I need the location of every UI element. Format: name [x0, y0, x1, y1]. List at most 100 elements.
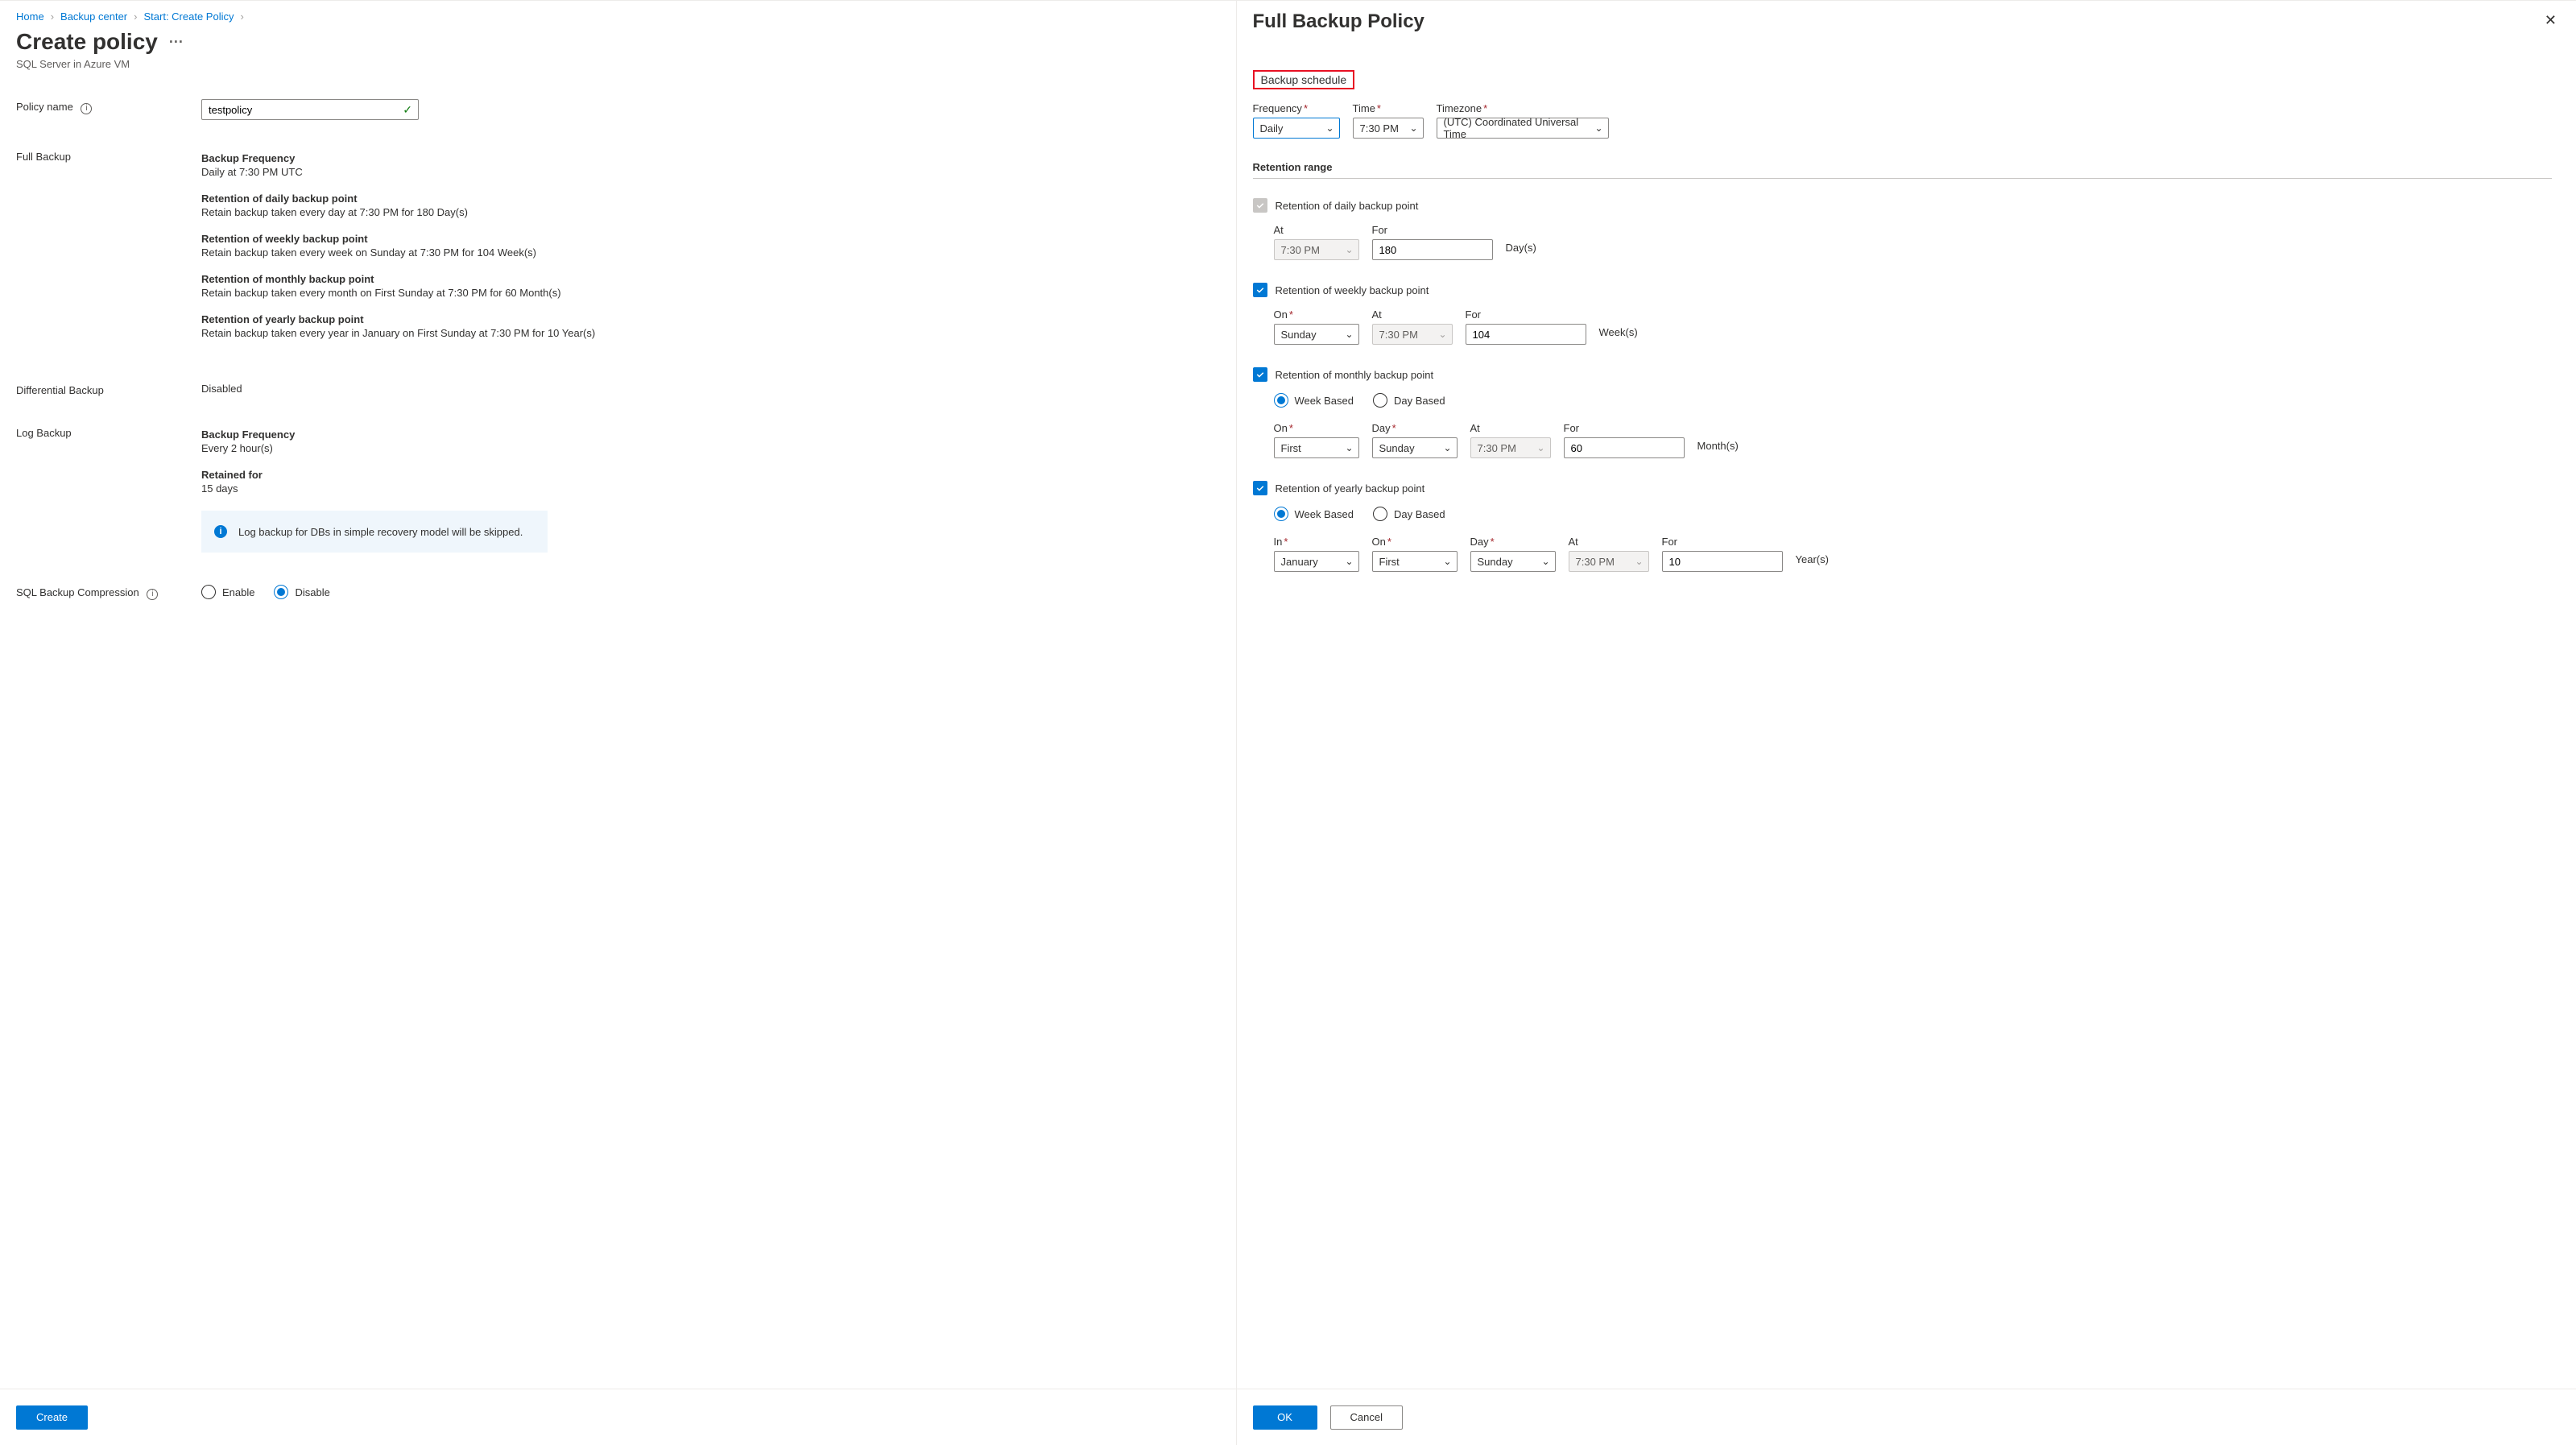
retention-range-heading: Retention range	[1253, 161, 2552, 173]
full-backup-policy-panel: ✕ Full Backup Policy Backup schedule Fre…	[1237, 1, 2576, 1389]
radio-label: Day Based	[1394, 395, 1445, 407]
yearly-retention-checkbox[interactable]	[1253, 481, 1267, 495]
radio-label: Enable	[222, 586, 254, 598]
info-icon[interactable]: i	[81, 103, 92, 114]
weekly-for-label: For	[1466, 308, 1586, 321]
frequency-select[interactable]: Daily ⌄	[1253, 118, 1340, 139]
breadcrumb-backup-center[interactable]: Backup center	[60, 10, 127, 23]
check-icon: ✓	[403, 103, 412, 117]
policy-name-input[interactable]	[201, 99, 419, 120]
weekly-on-label: On	[1274, 308, 1288, 321]
yearly-retention-label: Retention of yearly backup point	[1276, 482, 1425, 495]
full-frequency-text: Daily at 7:30 PM UTC	[201, 166, 1220, 178]
chevron-down-icon: ⌄	[1594, 122, 1602, 134]
monthly-retention-checkbox[interactable]	[1253, 367, 1267, 382]
frequency-label: Frequency	[1253, 102, 1302, 114]
timezone-label: Timezone	[1437, 102, 1482, 114]
compression-enable-radio[interactable]: Enable	[201, 585, 254, 599]
daily-retention-title: Retention of daily backup point	[201, 192, 1220, 205]
ok-button[interactable]: OK	[1253, 1405, 1317, 1430]
yearly-unit: Year(s)	[1796, 536, 1829, 572]
create-policy-pane: Home › Backup center › Start: Create Pol…	[0, 1, 1237, 1389]
monthly-week-based-radio[interactable]: Week Based	[1274, 393, 1354, 408]
monthly-on-select[interactable]: First ⌄	[1274, 437, 1359, 458]
panel-title: Full Backup Policy	[1253, 10, 2552, 33]
daily-retention-text: Retain backup taken every day at 7:30 PM…	[201, 206, 1220, 218]
daily-retention-checkbox	[1253, 198, 1267, 213]
yearly-retention-title: Retention of yearly backup point	[201, 313, 1220, 325]
weekly-at-label: At	[1372, 308, 1453, 321]
time-label: Time	[1353, 102, 1375, 114]
chevron-right-icon: ›	[51, 10, 54, 23]
footer: Create OK Cancel	[0, 1389, 2576, 1445]
weekly-unit: Week(s)	[1599, 308, 1638, 345]
daily-retention-label: Retention of daily backup point	[1276, 200, 1419, 212]
monthly-day-based-radio[interactable]: Day Based	[1373, 393, 1445, 408]
differential-backup-label: Differential Backup	[16, 383, 201, 396]
log-frequency-text: Every 2 hour(s)	[201, 442, 1220, 454]
weekly-retention-text: Retain backup taken every week on Sunday…	[201, 246, 1220, 259]
radio-label: Week Based	[1295, 508, 1354, 520]
weekly-on-select[interactable]: Sunday ⌄	[1274, 324, 1359, 345]
weekly-retention-title: Retention of weekly backup point	[201, 233, 1220, 245]
monthly-retention-text: Retain backup taken every month on First…	[201, 287, 1220, 299]
info-icon[interactable]: i	[147, 589, 158, 600]
yearly-day-select[interactable]: Sunday ⌄	[1470, 551, 1556, 572]
yearly-for-input[interactable]	[1662, 551, 1783, 572]
info-callout-text: Log backup for DBs in simple recovery mo…	[238, 526, 523, 538]
chevron-down-icon: ⌄	[1409, 122, 1417, 134]
daily-at-label: At	[1274, 224, 1359, 236]
log-retained-text: 15 days	[201, 482, 1220, 495]
yearly-day-based-radio[interactable]: Day Based	[1373, 507, 1445, 521]
page-title: Create policy ···	[16, 29, 1220, 55]
page-title-text: Create policy	[16, 29, 158, 55]
compression-disable-radio[interactable]: Disable	[274, 585, 329, 599]
monthly-at-label: At	[1470, 422, 1551, 434]
yearly-week-based-radio[interactable]: Week Based	[1274, 507, 1354, 521]
monthly-for-input[interactable]	[1564, 437, 1685, 458]
log-retained-title: Retained for	[201, 469, 1220, 481]
close-icon[interactable]: ✕	[2545, 12, 2557, 29]
chevron-right-icon: ›	[240, 10, 243, 23]
chevron-down-icon: ⌄	[1345, 556, 1353, 567]
info-callout: i Log backup for DBs in simple recovery …	[201, 511, 548, 553]
info-icon: i	[214, 525, 227, 538]
full-backup-label: Full Backup	[16, 149, 201, 163]
chevron-down-icon: ⌄	[1345, 442, 1353, 453]
breadcrumb-home[interactable]: Home	[16, 10, 44, 23]
monthly-day-select[interactable]: Sunday ⌄	[1372, 437, 1458, 458]
yearly-on-label: On	[1372, 536, 1386, 548]
weekly-for-input[interactable]	[1466, 324, 1586, 345]
yearly-on-select[interactable]: First ⌄	[1372, 551, 1458, 572]
radio-label: Disable	[295, 586, 329, 598]
backup-schedule-heading: Backup schedule	[1253, 70, 1355, 89]
chevron-down-icon: ⌄	[1345, 329, 1353, 340]
chevron-down-icon: ⌄	[1345, 244, 1353, 255]
daily-unit: Day(s)	[1506, 224, 1536, 260]
compression-label: SQL Backup Compression	[16, 586, 139, 598]
chevron-down-icon: ⌄	[1443, 556, 1451, 567]
chevron-down-icon: ⌄	[1541, 556, 1549, 567]
timezone-select[interactable]: (UTC) Coordinated Universal Time ⌄	[1437, 118, 1609, 139]
chevron-down-icon: ⌄	[1635, 556, 1643, 567]
differential-backup-value: Disabled	[201, 383, 1220, 395]
page-subtitle: SQL Server in Azure VM	[16, 58, 1220, 70]
create-button[interactable]: Create	[16, 1405, 88, 1430]
cancel-button[interactable]: Cancel	[1330, 1405, 1403, 1430]
chevron-down-icon: ⌄	[1325, 122, 1333, 134]
full-frequency-title: Backup Frequency	[201, 152, 1220, 164]
weekly-retention-checkbox[interactable]	[1253, 283, 1267, 297]
breadcrumb-start-create-policy[interactable]: Start: Create Policy	[143, 10, 234, 23]
chevron-down-icon: ⌄	[1443, 442, 1451, 453]
time-select[interactable]: 7:30 PM ⌄	[1353, 118, 1424, 139]
more-actions-icon[interactable]: ···	[169, 34, 184, 51]
log-backup-label: Log Backup	[16, 425, 201, 439]
monthly-for-label: For	[1564, 422, 1685, 434]
yearly-in-select[interactable]: January ⌄	[1274, 551, 1359, 572]
yearly-day-label: Day	[1470, 536, 1489, 548]
weekly-retention-label: Retention of weekly backup point	[1276, 284, 1429, 296]
chevron-right-icon: ›	[134, 10, 137, 23]
daily-for-input[interactable]	[1372, 239, 1493, 260]
policy-name-label: Policy name	[16, 101, 73, 113]
yearly-in-label: In	[1274, 536, 1283, 548]
